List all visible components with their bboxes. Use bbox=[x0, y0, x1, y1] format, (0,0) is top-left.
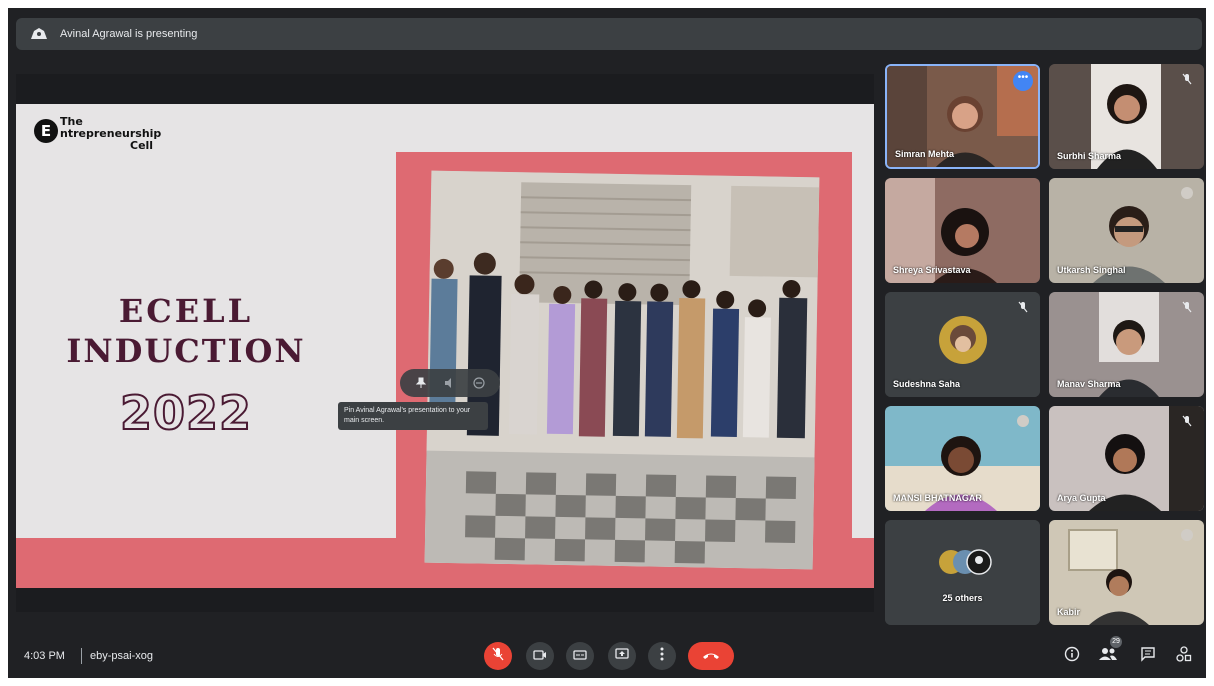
others-tile[interactable]: 25 others bbox=[885, 520, 1040, 625]
presentation-stage[interactable]: E The ntrepreneurship Cell ECELL INDUCTI… bbox=[16, 74, 874, 612]
activities-button[interactable] bbox=[1172, 644, 1196, 668]
logo-badge: E bbox=[34, 119, 58, 143]
participant-name: Arya Gupta bbox=[1057, 493, 1106, 503]
meeting-code: eby-psai-xog bbox=[90, 650, 153, 662]
hang-up-icon bbox=[702, 647, 720, 665]
participant-tile-7[interactable]: MANSI BHATNAGAR bbox=[885, 406, 1040, 511]
leave-call-button[interactable] bbox=[688, 642, 734, 670]
mic-button[interactable] bbox=[484, 642, 512, 670]
info-icon bbox=[1064, 646, 1080, 667]
pin-tooltip: Pin Avinal Agrawal's presentation to you… bbox=[338, 402, 488, 430]
participant-tile-6[interactable]: Manav Sharma bbox=[1049, 292, 1204, 397]
participant-name: Simran Mehta bbox=[895, 149, 955, 159]
meeting-time: 4:03 PM bbox=[24, 650, 65, 662]
meeting-info-button[interactable] bbox=[1060, 644, 1084, 668]
others-count: 25 others bbox=[942, 593, 983, 603]
mic-off-icon bbox=[1014, 412, 1032, 430]
mic-off-icon bbox=[1178, 412, 1196, 430]
meet-window: Avinal Agrawal is presenting E The ntrep… bbox=[8, 8, 1206, 678]
ecell-logo: E The ntrepreneurship Cell bbox=[34, 116, 161, 152]
mic-off-icon bbox=[492, 647, 504, 666]
presentation-slide: E The ntrepreneurship Cell ECELL INDUCTI… bbox=[16, 104, 874, 588]
people-icon bbox=[1099, 647, 1117, 666]
present-to-all-icon bbox=[28, 23, 50, 45]
participant-name: MANSI BHATNAGAR bbox=[893, 493, 982, 503]
participant-tile-1[interactable]: ••• Simran Mehta bbox=[885, 64, 1040, 169]
mic-off-icon bbox=[1178, 526, 1196, 544]
pin-icon[interactable] bbox=[410, 372, 432, 394]
participant-name: Sudeshna Saha bbox=[893, 379, 961, 389]
participant-name: Shreya Srivastava bbox=[893, 265, 971, 275]
camera-button[interactable] bbox=[526, 642, 554, 670]
participant-name: Utkarsh Singhal bbox=[1057, 265, 1126, 275]
participant-tile-4[interactable]: Utkarsh Singhal bbox=[1049, 178, 1204, 283]
participant-tile-9[interactable]: Kabir bbox=[1049, 520, 1204, 625]
slide-title-line2: INDUCTION bbox=[66, 332, 306, 370]
mute-presentation-icon[interactable] bbox=[439, 372, 461, 394]
mic-off-icon bbox=[1178, 184, 1196, 202]
people-count-badge: 29 bbox=[1110, 636, 1122, 648]
pin-controls bbox=[400, 369, 500, 397]
presenting-label: Avinal Agrawal is presenting bbox=[60, 28, 198, 40]
remove-tile-icon[interactable] bbox=[468, 372, 490, 394]
meeting-controls-bar: 4:03 PM eby-psai-xog 29 bbox=[8, 636, 1206, 678]
chat-button[interactable] bbox=[1136, 644, 1160, 668]
slide-title-year: 2022 bbox=[119, 385, 253, 441]
participant-name: Kabir bbox=[1057, 607, 1081, 617]
participant-tile-3[interactable]: Shreya Srivastava bbox=[885, 178, 1040, 283]
logo-text: The ntrepreneurship Cell bbox=[60, 116, 161, 152]
captions-icon bbox=[573, 647, 587, 665]
participant-name: Manav Sharma bbox=[1057, 379, 1121, 389]
participant-name: Surbhi Sharma bbox=[1057, 151, 1122, 161]
participant-tile-5[interactable]: Sudeshna Saha bbox=[885, 292, 1040, 397]
logo-text-line3: Cell bbox=[130, 139, 154, 152]
participant-tile-2[interactable]: Surbhi Sharma bbox=[1049, 64, 1204, 169]
present-button[interactable] bbox=[608, 642, 636, 670]
others-avatars bbox=[885, 520, 1040, 625]
participant-tile-8[interactable]: Arya Gupta bbox=[1049, 406, 1204, 511]
mic-off-icon bbox=[1014, 298, 1032, 316]
divider bbox=[81, 648, 82, 664]
chat-icon bbox=[1140, 646, 1156, 667]
camera-icon bbox=[533, 647, 547, 665]
more-options-icon bbox=[660, 647, 664, 666]
presenting-banner: Avinal Agrawal is presenting bbox=[16, 18, 1202, 50]
slide-title-line1: ECELL bbox=[118, 292, 254, 330]
present-screen-icon bbox=[615, 647, 629, 665]
captions-button[interactable] bbox=[566, 642, 594, 670]
mic-off-icon bbox=[1178, 70, 1196, 88]
more-options-icon[interactable]: ••• bbox=[1013, 71, 1033, 91]
activities-icon bbox=[1176, 645, 1192, 667]
mic-off-icon bbox=[1178, 298, 1196, 316]
more-options-button[interactable] bbox=[648, 642, 676, 670]
